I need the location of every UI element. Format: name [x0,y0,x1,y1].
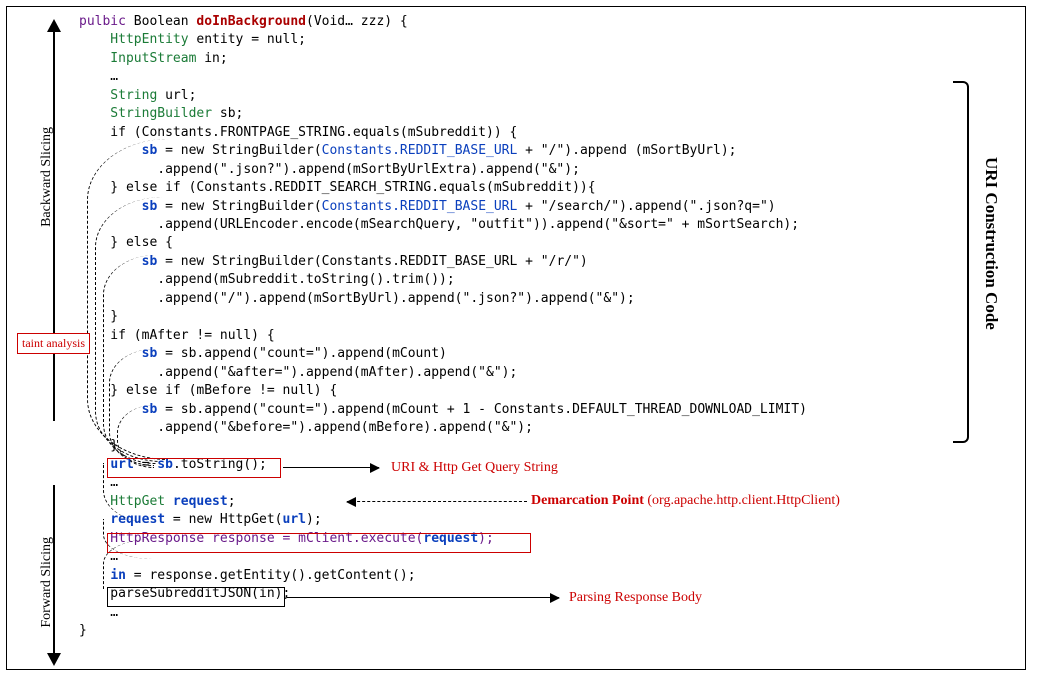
code-line: .append("&before=").append(mBefore).appe… [79,419,949,437]
code-line: sb = sb.append("count=").append(mCount) [79,345,949,363]
label-demarcation: Demarcation Point (org.apache.http.clien… [531,491,840,511]
code-line: sb = new StringBuilder(Constants.REDDIT_… [79,253,949,271]
code-line: } [79,622,949,640]
label-uri-query: URI & Http Get Query String [391,458,558,478]
code-line: in = response.getEntity().getContent(); [79,567,949,585]
backward-slicing-arrowhead [47,19,61,32]
taint-analysis-tag: taint analysis [17,333,90,354]
uri-construction-label: URI Construction Code [979,157,1003,330]
forward-slicing-label: Forward Slicing [37,537,57,628]
httpresponse-box [107,533,531,553]
code-line: pulbic Boolean doInBackground(Void… zzz)… [79,13,949,31]
code-line: .append("/").append(mSortByUrl).append("… [79,290,949,308]
code-line: request = new HttpGet(url); [79,511,949,529]
label-parsing: Parsing Response Body [569,588,702,608]
code-line: if (Constants.FRONTPAGE_STRING.equals(mS… [79,124,949,142]
code-line: } [79,437,949,455]
code-line: InputStream in; [79,50,949,68]
code-line: sb = new StringBuilder(Constants.REDDIT_… [79,198,949,216]
code-line: StringBuilder sb; [79,105,949,123]
code-line: } [79,308,949,326]
code-line: sb = sb.append("count=").append(mCount +… [79,401,949,419]
backward-slicing-label: Backward Slicing [37,127,57,227]
code-line: .append(".json?").append(mSortByUrlExtra… [79,161,949,179]
diagram-frame: Backward Slicing Forward Slicing URI Con… [6,6,1026,670]
code-line: } else if (mBefore != null) { [79,382,949,400]
code-line: … [79,68,949,86]
right-bracket [953,81,969,443]
code-line: HttpEntity entity = null; [79,31,949,49]
code-line: .append(mSubreddit.toString().trim()); [79,271,949,289]
parse-call-box [107,587,285,607]
code-line: } else if (Constants.REDDIT_SEARCH_STRIN… [79,179,949,197]
code-line: .append("&after=").append(mAfter).append… [79,364,949,382]
code-line: } else { [79,234,949,252]
arrow-parsing [287,597,559,598]
forward-slicing-arrowhead [47,653,61,666]
code-line: sb = new StringBuilder(Constants.REDDIT_… [79,142,949,160]
arrow-uri-query [283,467,379,468]
code-line: if (mAfter != null) { [79,327,949,345]
code-line: String url; [79,87,949,105]
code-line: .append(URLEncoder.encode(mSearchQuery, … [79,216,949,234]
arrow-demarcation [347,501,527,502]
